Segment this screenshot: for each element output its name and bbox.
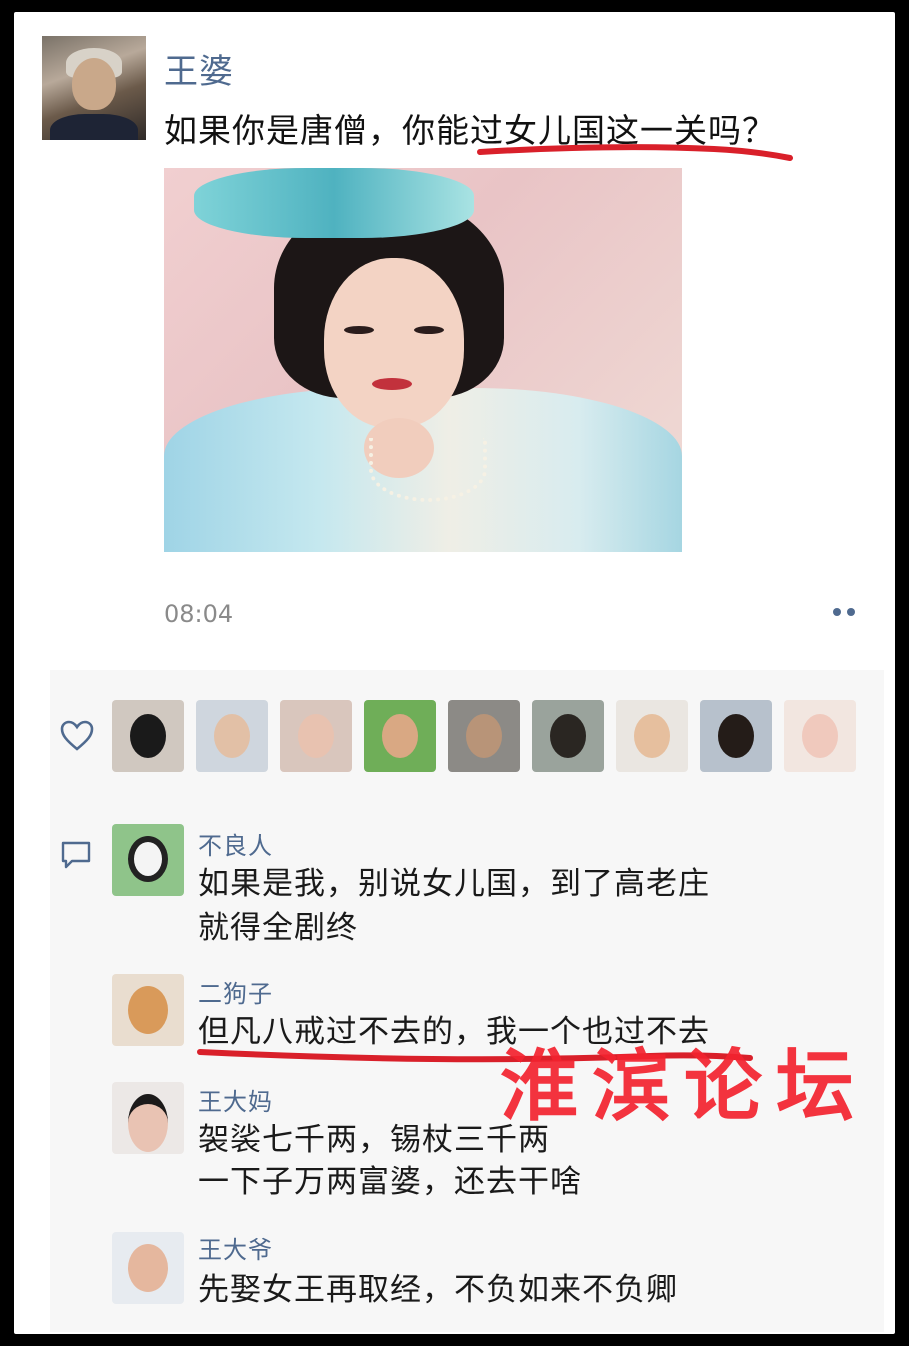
author-name[interactable]: 王婆	[164, 44, 234, 93]
commenter-name[interactable]: 王大爷	[198, 1230, 273, 1265]
red-underline-annotation	[197, 1049, 753, 1063]
comment-text-line: 袈裟七千两，锡杖三千两	[198, 1122, 550, 1158]
comment-text-line: 一下子万两富婆，还去干啥	[198, 1164, 582, 1200]
author-avatar[interactable]	[42, 36, 146, 140]
post-image[interactable]	[164, 168, 682, 552]
dot-icon	[833, 608, 841, 616]
commenter-name[interactable]: 王大妈	[198, 1082, 273, 1117]
commenter-avatar[interactable]	[112, 1232, 184, 1304]
interaction-panel: 不良人 如果是我，别说女儿国，到了高老庄 就得全剧终 二狗子 但凡八戒过不去的，…	[50, 670, 884, 1332]
dot-icon	[847, 608, 855, 616]
post-time: 08:04	[164, 600, 234, 628]
more-options-button[interactable]	[824, 602, 864, 622]
moment-card: 王婆 如果你是唐僧，你能过女儿国这一关吗？ 08:04 不良人 如果是我，别说女…	[14, 12, 895, 1334]
comment-text-line: 先娶女王再取经，不负如来不负卿	[198, 1272, 678, 1308]
post-text: 如果你是唐僧，你能过女儿国这一关吗？	[164, 111, 776, 150]
commenter-avatar[interactable]	[112, 1082, 184, 1154]
